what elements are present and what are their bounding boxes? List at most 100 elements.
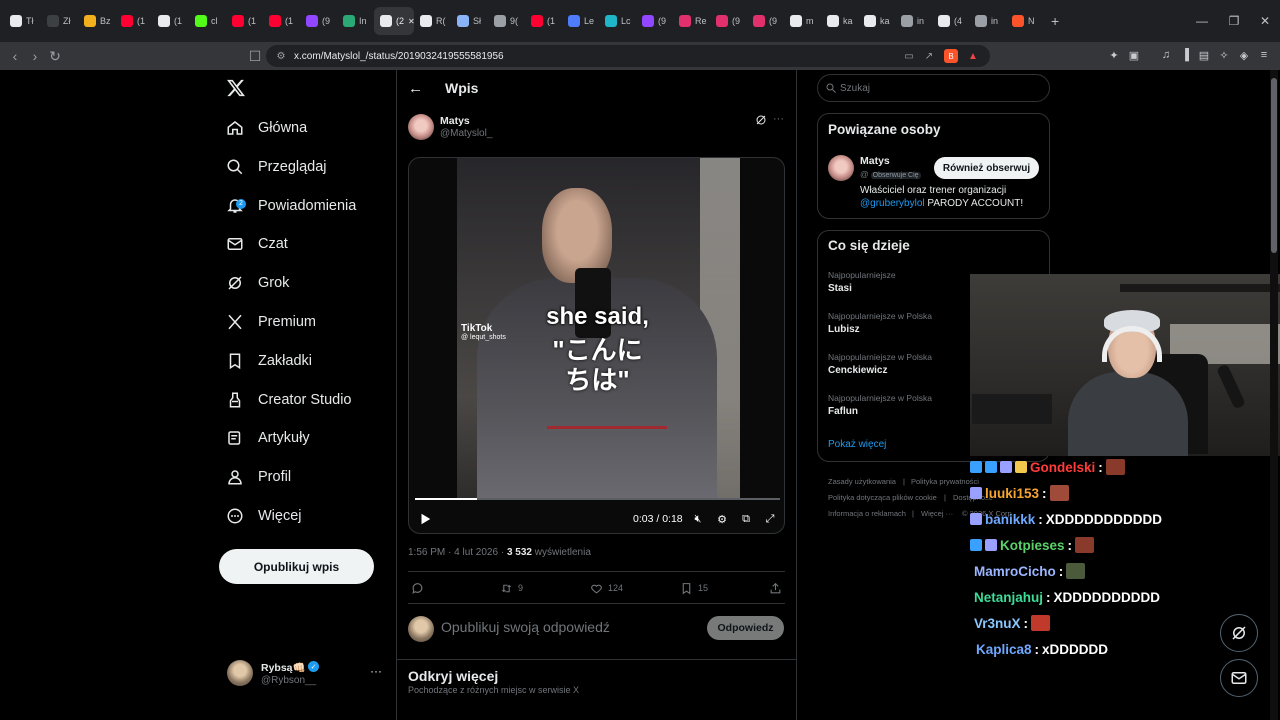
brave-rewards-icon[interactable]: ▲	[966, 49, 980, 63]
trend-name[interactable]: Cenckiewicz	[828, 365, 887, 376]
browser-tab[interactable]: (1	[525, 7, 562, 35]
post-more-icon[interactable]: ···	[773, 113, 784, 125]
nav-item-4[interactable]: Grok	[226, 268, 289, 298]
search-input[interactable]: Szukaj	[817, 74, 1050, 102]
video-settings-icon[interactable]: ⚙	[715, 512, 729, 526]
browser-tab[interactable]: Zł	[41, 7, 78, 35]
screenshot-icon[interactable]: ▣	[1126, 47, 1142, 63]
browser-tab[interactable]: in	[969, 7, 1006, 35]
like-action[interactable]: 124	[590, 581, 623, 595]
nav-item-10[interactable]: Więcej	[226, 501, 302, 531]
post-timestamp[interactable]: 1:56 PM · 4 lut 2026 ·	[408, 547, 507, 558]
minimize-window-icon[interactable]: —	[1187, 0, 1217, 42]
mute-icon[interactable]: 🔇︎	[691, 512, 705, 526]
related-bio-mention[interactable]: @gruberybylol	[860, 198, 925, 209]
wallet-icon[interactable]: ▤	[1196, 47, 1212, 63]
account-avatar[interactable]	[227, 660, 253, 686]
browser-tab[interactable]: (1	[152, 7, 189, 35]
browser-tab[interactable]: 9(	[488, 7, 525, 35]
footer-more-link[interactable]: Więcej ···	[921, 509, 953, 518]
nav-item-5[interactable]: Premium	[226, 307, 316, 337]
browser-tab[interactable]: Sł	[451, 7, 488, 35]
sidebar-toggle-icon[interactable]: ▐	[1177, 47, 1193, 63]
related-name[interactable]: Matys	[860, 155, 890, 167]
trend-name[interactable]: Stasi	[828, 283, 852, 294]
repost-action[interactable]: 9	[500, 581, 523, 595]
browser-tab[interactable]: ka	[821, 7, 858, 35]
bookmark-action[interactable]: 15	[680, 581, 708, 595]
browser-tab[interactable]: Re	[673, 7, 710, 35]
browser-tab[interactable]: ka	[858, 7, 895, 35]
nav-item-0[interactable]: Główna	[226, 113, 307, 143]
x-logo-icon[interactable]	[226, 78, 246, 98]
browser-tab[interactable]: (1	[115, 7, 152, 35]
related-avatar[interactable]	[828, 155, 854, 181]
browser-tab[interactable]: Bz	[78, 7, 115, 35]
author-avatar[interactable]	[408, 114, 434, 140]
leo-ai-icon[interactable]: ✧	[1216, 47, 1232, 63]
site-info-icon[interactable]: ⚙	[274, 49, 288, 63]
back-icon[interactable]: ‹	[4, 45, 26, 67]
browser-tab[interactable]: (9	[300, 7, 337, 35]
browser-tab[interactable]: (4	[932, 7, 969, 35]
browser-tab[interactable]: Tł	[4, 7, 41, 35]
follow-back-button[interactable]: Również obserwuj	[934, 157, 1039, 179]
nav-item-1[interactable]: Przeglądaj	[226, 152, 327, 182]
nav-item-3[interactable]: Czat	[226, 229, 288, 259]
extensions-icon[interactable]: ✦	[1106, 47, 1122, 63]
grok-explain-icon[interactable]	[755, 114, 767, 126]
browser-tab[interactable]: cl	[189, 7, 226, 35]
reload-icon[interactable]: ↻	[44, 45, 66, 67]
footer-terms-link[interactable]: Zasady użytkowania	[828, 477, 896, 486]
install-icon[interactable]: ▭	[902, 49, 916, 63]
show-more-link[interactable]: Pokaż więcej	[828, 439, 886, 450]
browser-tab[interactable]: in	[895, 7, 932, 35]
restore-window-icon[interactable]: ❐	[1219, 0, 1249, 42]
nav-item-8[interactable]: Artykuły	[226, 423, 310, 453]
footer-privacy-link[interactable]: Polityka prywatności	[911, 477, 979, 486]
browser-tab[interactable]: R(	[414, 7, 451, 35]
author-name[interactable]: Matys	[440, 115, 470, 127]
messages-fab[interactable]	[1220, 659, 1258, 697]
browser-tab[interactable]: (9	[747, 7, 784, 35]
nav-item-6[interactable]: Zakładki	[226, 346, 312, 376]
browser-tab[interactable]: m	[784, 7, 821, 35]
url-bar[interactable]: ⚙ x.com/Matyslol_/status/201903241955558…	[266, 45, 990, 67]
browser-tab[interactable]: (1	[226, 7, 263, 35]
nav-item-9[interactable]: Profil	[226, 462, 291, 492]
account-menu-icon[interactable]: ···	[370, 664, 382, 678]
video-progress-bar[interactable]	[415, 498, 780, 500]
play-icon[interactable]	[418, 512, 432, 526]
trend-name[interactable]: Lubisz	[828, 324, 860, 335]
video-player[interactable]: she said, "こんに ちは" TikTok @ lequt_shots …	[408, 157, 785, 534]
music-icon[interactable]: ♫	[1158, 47, 1174, 63]
browser-tab[interactable]: (9	[636, 7, 673, 35]
reply-action[interactable]	[411, 581, 429, 595]
browser-tab[interactable]: (2 ✕	[374, 7, 414, 35]
reply-submit-button[interactable]: Odpowiedz	[707, 616, 784, 640]
author-handle[interactable]: @Matyslol_	[440, 128, 492, 139]
browser-tab[interactable]: Lc	[599, 7, 636, 35]
browser-tab[interactable]: (1	[263, 7, 300, 35]
close-window-icon[interactable]: ✕	[1250, 0, 1280, 42]
browser-tab[interactable]: (9	[710, 7, 747, 35]
menu-icon[interactable]: ≡	[1256, 47, 1272, 63]
vpn-icon[interactable]: ◈	[1236, 47, 1252, 63]
new-tab-button[interactable]: +	[1043, 13, 1067, 29]
bookmark-page-icon[interactable]: ☐	[244, 45, 266, 67]
fullscreen-icon[interactable]: ⤢	[763, 512, 777, 526]
browser-tab[interactable]: In	[337, 7, 374, 35]
browser-tab[interactable]: N	[1006, 7, 1043, 35]
brave-shields-icon[interactable]: B	[944, 49, 958, 63]
nav-item-2[interactable]: 2 Powiadomienia	[226, 191, 356, 221]
footer-ads-link[interactable]: Informacja o reklamach	[828, 509, 906, 518]
picture-in-picture-icon[interactable]: ⧉	[739, 512, 753, 526]
back-arrow-icon[interactable]: ←	[408, 80, 423, 97]
grok-fab[interactable]	[1220, 614, 1258, 652]
publish-post-button[interactable]: Opublikuj wpis	[219, 549, 374, 584]
footer-cookies-link[interactable]: Polityka dotycząca plików cookie	[828, 493, 937, 502]
reply-input[interactable]: Opublikuj swoją odpowiedź	[441, 619, 610, 635]
trend-name[interactable]: Faflun	[828, 406, 858, 417]
browser-tab[interactable]: Le	[562, 7, 599, 35]
share-icon[interactable]: ↗	[922, 49, 936, 63]
